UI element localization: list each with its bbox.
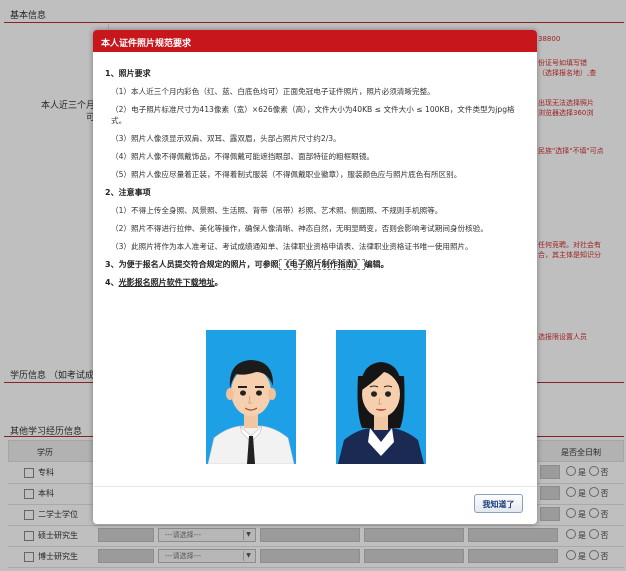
notice-item: （3）此照片将作为本人准考证、考试成绩通知单、法律职业资格申请表、法律职业资格证… xyxy=(111,242,473,251)
download-suffix: 。 xyxy=(214,278,223,287)
modal-header: 本人证件照片规范要求 xyxy=(93,30,537,52)
requirement-item: （2）电子照片标准尺寸为413像素（宽）×626像素（高），文件大小为40KB … xyxy=(111,105,515,125)
female-avatar-illustration xyxy=(336,330,426,464)
requirement-item: （5）照片人像应尽量着正装，不得着制式服装（不得佩戴职业徽章），服装颜色应与照片… xyxy=(111,170,462,179)
requirement-item: （3）照片人像须显示双肩、双耳、露双眉，头部占照片尺寸约2/3。 xyxy=(111,134,341,143)
section-heading: 1、照片要求 xyxy=(105,69,151,78)
photo-guide-link[interactable]: 《电子照片制作指南》 xyxy=(278,259,365,270)
notice-item: （1）不得上传全身照、风景照、生活照、背带（吊带）衫照、艺术照、侧面照、不规则手… xyxy=(111,206,443,215)
guide-suffix: 编辑。 xyxy=(364,260,389,269)
requirement-item: （1）本人近三个月内彩色（红、蓝、白底色均可）正面免冠电子证件照片，照片必须清晰… xyxy=(111,87,435,96)
modal-title: 本人证件照片规范要求 xyxy=(101,39,192,49)
guide-prefix: 3、为便于报名人员提交符合规定的照片，可参照 xyxy=(105,260,279,269)
download-prefix: 4、 xyxy=(105,278,119,287)
software-download-link[interactable]: 光影报名照片软件下载地址 xyxy=(119,278,215,287)
notice-item: （2）照片不得进行拉伸、美化等操作，确保人像清晰、神态自然，无明显畸变，否则会影… xyxy=(111,224,488,233)
acknowledge-button[interactable]: 我知道了 xyxy=(474,494,523,513)
modal-content: 1、照片要求 （1）本人近三个月内彩色（红、蓝、白底色均可）正面免冠电子证件照片… xyxy=(105,68,525,288)
male-avatar-illustration xyxy=(206,330,296,464)
sample-photo-female xyxy=(336,330,426,464)
section-heading: 2、注意事项 xyxy=(105,188,151,197)
sample-photo-male xyxy=(206,330,296,464)
footer-divider xyxy=(93,486,537,487)
requirement-item: （4）照片人像不得佩戴饰品，不得佩戴可能遮挡眼部、面部特征的粗框眼镜。 xyxy=(111,152,375,161)
section-heading: 3、为便于报名人员提交符合规定的照片，可参照 《电子照片制作指南》 编辑。 xyxy=(105,259,525,270)
section-heading: 4、光影报名照片软件下载地址。 xyxy=(105,277,525,288)
photo-requirements-modal: 本人证件照片规范要求 1、照片要求 （1）本人近三个月内彩色（红、蓝、白底色均可… xyxy=(93,30,537,524)
